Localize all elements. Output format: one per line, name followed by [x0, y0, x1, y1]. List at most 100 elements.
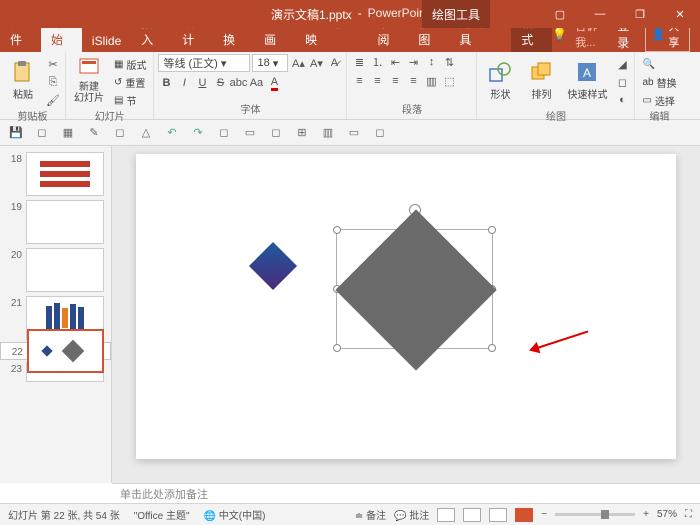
align-right-icon[interactable]: ≡	[387, 73, 403, 89]
resize-handle-bl[interactable]	[333, 344, 341, 352]
align-center-icon[interactable]: ≡	[369, 73, 385, 89]
undo-icon[interactable]: ↶	[164, 125, 180, 141]
notes-pane[interactable]: 单击此处添加备注	[112, 483, 700, 503]
group-label-clipboard: 剪贴板	[4, 108, 61, 124]
globe-icon: 🌐	[204, 511, 219, 522]
underline-button[interactable]: U	[194, 75, 210, 91]
group-clipboard: 粘贴 ✂ ⎘ 🖌 剪贴板	[0, 52, 66, 119]
comments-toggle[interactable]: 💬 批注	[394, 507, 429, 522]
font-family-select[interactable]: 等线 (正文)▾	[158, 54, 250, 72]
reading-view-icon[interactable]	[489, 508, 507, 522]
replace-button[interactable]: ab替换	[639, 74, 679, 90]
shadow-button[interactable]: abc	[230, 75, 246, 91]
zoom-slider[interactable]	[555, 513, 635, 516]
ribbon-options-icon[interactable]: ▢	[540, 0, 580, 28]
layout-icon: ▦	[114, 59, 123, 70]
increase-font-icon[interactable]: A▴	[290, 55, 306, 71]
cut-icon[interactable]: ✂	[45, 56, 61, 72]
resize-handle-br[interactable]	[488, 344, 496, 352]
qat-icon-15[interactable]: ◻	[372, 125, 388, 141]
justify-icon[interactable]: ≡	[405, 73, 421, 89]
resize-handle-tr[interactable]	[488, 226, 496, 234]
save-icon[interactable]: 💾	[8, 125, 24, 141]
notes-toggle[interactable]: ≐ 备注	[355, 507, 386, 522]
line-spacing-icon[interactable]: ↕	[423, 54, 439, 70]
selection-box[interactable]	[336, 229, 493, 349]
shape-fill-icon[interactable]: ◢	[614, 56, 630, 72]
char-spacing-button[interactable]: Aa	[248, 75, 264, 91]
slideshow-view-icon[interactable]	[515, 508, 533, 522]
minimize-icon[interactable]: —	[580, 0, 620, 28]
columns-icon[interactable]: ▥	[423, 73, 439, 89]
group-label-font: 字体	[158, 101, 342, 117]
qat-icon-14[interactable]: ▭	[346, 125, 362, 141]
zoom-thumb[interactable]	[601, 510, 609, 519]
close-icon[interactable]: ✕	[660, 0, 700, 28]
redo-icon[interactable]: ↷	[190, 125, 206, 141]
new-slide-button[interactable]: 新建 幻灯片	[70, 54, 108, 106]
decrease-font-icon[interactable]: A▾	[308, 55, 324, 71]
numbering-icon[interactable]: ⒈	[369, 54, 385, 70]
group-editing: 🔍 ab替换 ▭选择 编辑	[635, 52, 683, 119]
find-button[interactable]: 🔍	[639, 56, 679, 72]
arrange-button[interactable]: 排列	[522, 54, 560, 106]
language-status[interactable]: 🌐 中文(中国)	[204, 507, 266, 522]
format-painter-icon[interactable]: 🖌	[45, 92, 61, 108]
contextual-tab-drawing-tools[interactable]: 绘图工具	[422, 0, 490, 28]
svg-text:A: A	[583, 66, 591, 80]
copy-icon[interactable]: ⎘	[45, 74, 61, 90]
qat-icon-6[interactable]: △	[138, 125, 154, 141]
indent-left-icon[interactable]: ⇤	[387, 54, 403, 70]
reset-button[interactable]: ↺重置	[111, 74, 149, 90]
sorter-view-icon[interactable]	[463, 508, 481, 522]
thumbnail-19[interactable]: 19	[0, 198, 111, 246]
zoom-in-icon[interactable]: +	[643, 509, 649, 520]
zoom-out-icon[interactable]: −	[541, 509, 547, 520]
restore-icon[interactable]: ❐	[620, 0, 660, 28]
status-bar: 幻灯片 第 22 张, 共 54 张 "Office 主题" 🌐 中文(中国) …	[0, 503, 700, 525]
thumbnail-18[interactable]: 18	[0, 150, 111, 198]
text-direction-icon[interactable]: ⇅	[441, 54, 457, 70]
clear-format-icon[interactable]: A̷	[326, 55, 342, 71]
small-diamond-shape[interactable]	[249, 242, 297, 290]
thumbnail-20[interactable]: 20	[0, 246, 111, 294]
slide-canvas[interactable]	[112, 146, 700, 483]
strike-button[interactable]: S	[212, 75, 228, 91]
qat-icon-9[interactable]: ◻	[216, 125, 232, 141]
tab-islide[interactable]: iSlide	[82, 30, 131, 52]
qat-icon-13[interactable]: ▥	[320, 125, 336, 141]
indent-right-icon[interactable]: ⇥	[405, 54, 421, 70]
bullets-icon[interactable]: ≣	[351, 54, 367, 70]
slide-area[interactable]	[136, 154, 676, 459]
fit-to-window-icon[interactable]: ⛶	[685, 509, 692, 520]
resize-handle-tl[interactable]	[333, 226, 341, 234]
smartart-icon[interactable]: ⬚	[441, 73, 457, 89]
select-button[interactable]: ▭选择	[639, 92, 679, 108]
zoom-level[interactable]: 57%	[657, 509, 677, 520]
slide-thumbnails[interactable]: 18 19 20 21 22 23	[0, 146, 112, 483]
bold-button[interactable]: B	[158, 75, 174, 91]
qat-icon-3[interactable]: ▦	[60, 125, 76, 141]
align-left-icon[interactable]: ≡	[351, 73, 367, 89]
italic-button[interactable]: I	[176, 75, 192, 91]
layout-button[interactable]: ▦版式	[111, 56, 149, 72]
shape-outline-icon[interactable]: ◻	[614, 74, 630, 90]
qat-icon-5[interactable]: ◻	[112, 125, 128, 141]
slide-counter[interactable]: 幻灯片 第 22 张, 共 54 张	[8, 507, 120, 522]
qat-icon-2[interactable]: ◻	[34, 125, 50, 141]
large-diamond-shape[interactable]	[335, 209, 496, 370]
shapes-button[interactable]: 形状	[481, 54, 519, 106]
section-button[interactable]: ▤节	[111, 92, 149, 108]
chevron-down-icon: ▾	[273, 57, 279, 70]
qat-icon-10[interactable]: ▭	[242, 125, 258, 141]
quick-styles-button[interactable]: A 快速样式	[563, 54, 611, 106]
font-size-select[interactable]: 18▾	[252, 54, 288, 72]
paste-button[interactable]: 粘贴	[4, 54, 42, 106]
qat-icon-11[interactable]: ◻	[268, 125, 284, 141]
qat-icon-12[interactable]: ⊞	[294, 125, 310, 141]
shape-effects-icon[interactable]: ◐	[614, 92, 630, 108]
font-color-button[interactable]: A	[266, 75, 282, 91]
qat-icon-4[interactable]: ✎	[86, 125, 102, 141]
normal-view-icon[interactable]	[437, 508, 455, 522]
thumbnail-22[interactable]: 22	[0, 342, 111, 360]
